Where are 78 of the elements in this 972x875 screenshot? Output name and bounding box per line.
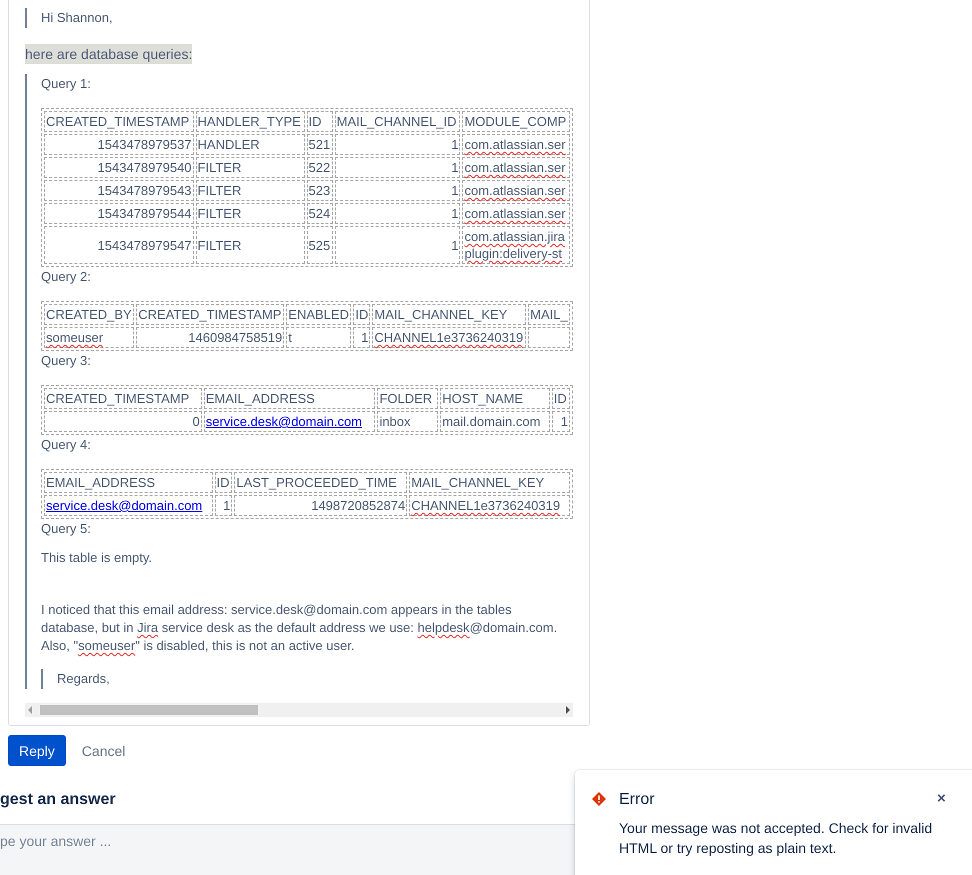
table-cell: com.atlassian.ser (462, 134, 570, 155)
section-heading: gest an answer (0, 790, 117, 810)
column-header: CREATED_TIMESTAMP (136, 304, 284, 325)
column-header: ID (214, 472, 232, 493)
reply-button[interactable]: Reply (8, 735, 66, 766)
toast-title: Error (619, 790, 656, 810)
column-header: HOST_NAME (440, 388, 550, 409)
message-paragraph: I noticed that this email address: service.desk@domain.com appears in the tables database, but in Jira service desk as the default address we use: helpdesk@domain.com. Also, "someuser" is disabled, this is not an active user. (41, 601, 558, 655)
column-header: MAIL_CHANNEL_ID (334, 111, 460, 132)
table-cell: 524 (306, 203, 333, 224)
query-label: Query 4: (41, 436, 92, 454)
column-header: ENABLED (286, 304, 352, 325)
table-cell: 522 (306, 157, 333, 178)
query-label: Hi Shannon, (41, 9, 114, 27)
column-header: ID (306, 111, 333, 132)
close-button[interactable]: × (937, 790, 946, 808)
column-header: LAST_PROCEEDED_TIME (234, 472, 408, 493)
table-cell: 1 (552, 411, 570, 432)
table-cell: 523 (306, 180, 333, 201)
email-link-cell: service.desk@domain.com (204, 411, 376, 432)
column-header: MAIL_CHANNEL_KEY (372, 304, 526, 325)
table-cell: 1 (334, 226, 460, 264)
horizontal-scrollbar[interactable] (25, 703, 573, 717)
table-cell: FILTER (196, 226, 305, 264)
query-label: Regards, (57, 670, 111, 688)
table-cell: 0 (44, 411, 202, 432)
table-cell: 1498720852874 (234, 495, 408, 516)
column-header: EMAIL_ADDRESS (44, 472, 213, 493)
highlighted-text: here are database queries: (25, 44, 192, 64)
table-cell: FILTER (196, 180, 305, 201)
table-cell: 521 (306, 134, 333, 155)
table-cell: com.atlassian.ser (462, 180, 570, 201)
column-header: CREATED_TIMESTAMP (44, 111, 194, 132)
table-cell: com.atlassian.ser (462, 203, 570, 224)
column-header: CREATED_TIMESTAMP (44, 388, 202, 409)
table-cell: 1543478979543 (44, 180, 194, 201)
table-cell: mail.domain.com (440, 411, 550, 432)
table-cell: com.atlassian.jira plugin:delivery-st (462, 226, 570, 264)
table-cell: 525 (306, 226, 333, 264)
column-header: ID (353, 304, 370, 325)
table-cell: someuser (44, 327, 134, 348)
table-cell: 1 (334, 157, 460, 178)
table-cell: CHANNEL1e3736240319 (409, 495, 570, 516)
table-cell: 1 (334, 134, 460, 155)
column-header: HANDLER_TYPE (196, 111, 305, 132)
column-header: CREATED_BY (44, 304, 134, 325)
toast-message: Your message was not accepted. Check for invalid HTML or try reposting as plain text. (619, 819, 934, 858)
cancel-button[interactable]: Cancel (82, 742, 126, 758)
email-link-cell: service.desk@domain.com (44, 495, 213, 516)
table-cell: 1543478979544 (44, 203, 194, 224)
column-header: FOLDER (377, 388, 438, 409)
table-cell: HANDLER (196, 134, 305, 155)
table-cell: 1 (334, 180, 460, 201)
column-header: ID (552, 388, 570, 409)
query-label: Query 3: (41, 352, 92, 370)
table-cell: com.atlassian.ser (462, 157, 570, 178)
table-cell: FILTER (196, 203, 305, 224)
column-header: MAIL_ (528, 304, 570, 325)
table-cell: 1 (353, 327, 370, 348)
table-cell: 1 (214, 495, 232, 516)
table-cell: 1460984758519 (136, 327, 284, 348)
query-label: Query 2: (41, 268, 92, 286)
table-cell: FILTER (196, 157, 305, 178)
message-paragraph: This table is empty. (41, 549, 154, 567)
table-cell: inbox (377, 411, 438, 432)
table-cell: 1 (334, 203, 460, 224)
table-cell: 1543478979547 (44, 226, 194, 264)
error-icon (591, 791, 607, 807)
table-cell: 1543478979540 (44, 157, 194, 178)
table-cell: t (286, 327, 352, 348)
column-header: MODULE_COMP (462, 111, 570, 132)
table-cell: 1543478979537 (44, 134, 194, 155)
table-cell (528, 327, 570, 348)
table-cell: CHANNEL1e3736240319 (372, 327, 526, 348)
query-label: Query 1: (41, 75, 92, 93)
column-header: EMAIL_ADDRESS (204, 388, 376, 409)
column-header: MAIL_CHANNEL_KEY (409, 472, 570, 493)
query-label: Query 5: (41, 520, 92, 538)
